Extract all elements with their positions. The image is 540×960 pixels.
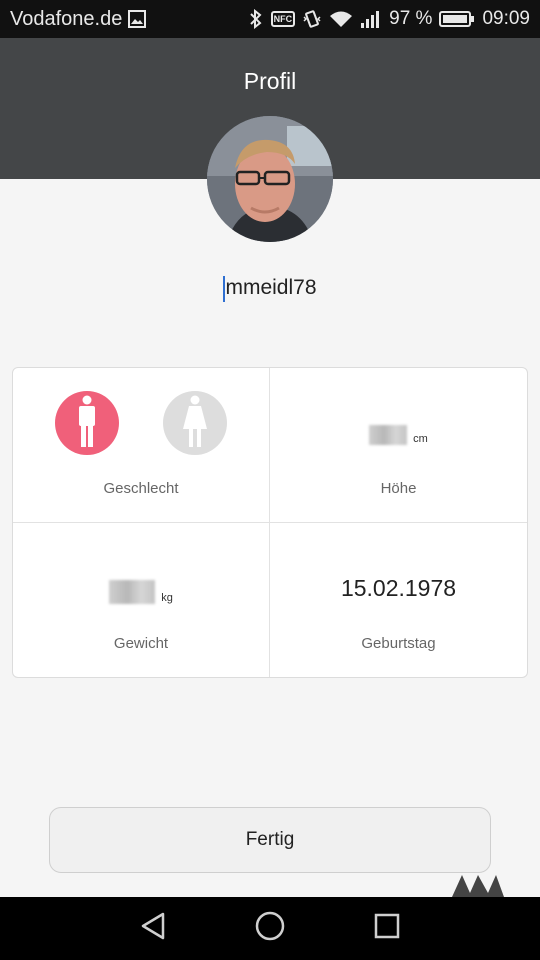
profile-fields-grid: Geschlecht cm Höhe kg Gewicht 15.02.1978… <box>12 367 528 678</box>
decorative-marks <box>452 873 504 897</box>
gender-cell: Geschlecht <box>13 368 270 523</box>
username-text: mmeidl78 <box>225 276 317 299</box>
weight-cell[interactable]: kg Gewicht <box>13 522 270 677</box>
done-button[interactable]: Fertig <box>49 807 491 873</box>
birthday-label: Geburtstag <box>361 635 436 652</box>
battery-icon <box>439 10 475 28</box>
signal-icon <box>360 10 382 28</box>
height-unit: cm <box>413 433 428 445</box>
text-caret <box>223 276 226 302</box>
height-label: Höhe <box>380 479 417 497</box>
height-cell[interactable]: cm Höhe <box>270 368 527 523</box>
navigation-bar <box>0 897 540 960</box>
male-icon <box>75 395 99 452</box>
status-bar: Vodafone.de NFC 97 % 09:09 <box>0 0 540 38</box>
bluetooth-icon <box>248 9 264 29</box>
birthday-cell[interactable]: 15.02.1978 Geburtstag <box>270 523 527 678</box>
gender-male-button[interactable] <box>55 391 119 455</box>
weight-number-redacted <box>109 579 156 604</box>
username-input[interactable]: mmeidl78 <box>223 276 317 302</box>
recents-icon[interactable] <box>373 912 401 945</box>
home-icon[interactable] <box>255 911 285 946</box>
height-number-redacted <box>369 425 408 445</box>
clock: 09:09 <box>482 8 530 29</box>
done-button-label: Fertig <box>245 829 295 850</box>
gender-label: Geschlecht <box>103 479 179 497</box>
username-row: mmeidl78 <box>0 276 540 302</box>
weight-label: Gewicht <box>113 635 169 652</box>
weight-unit: kg <box>161 591 173 604</box>
battery-percent: 97 % <box>389 8 433 29</box>
female-icon <box>181 395 209 452</box>
avatar[interactable] <box>207 116 333 242</box>
height-value: cm <box>270 425 527 445</box>
weight-value: kg <box>13 579 269 604</box>
gender-female-button[interactable] <box>163 391 227 455</box>
page-title: Profil <box>243 68 297 94</box>
back-icon[interactable] <box>139 911 167 946</box>
carrier-name: Vodafone.de <box>10 7 123 30</box>
nfc-icon: NFC <box>270 11 296 27</box>
gallery-icon <box>128 10 147 28</box>
birthday-value: 15.02.1978 <box>340 574 457 601</box>
wifi-icon <box>329 10 353 28</box>
vibrate-icon <box>302 9 322 29</box>
